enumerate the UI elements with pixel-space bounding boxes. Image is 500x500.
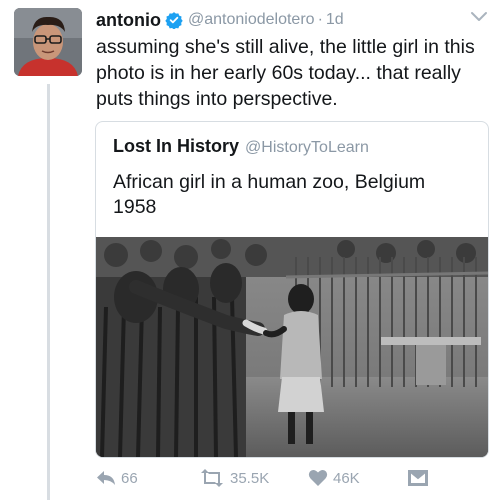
avatar-photo xyxy=(14,8,82,76)
historical-photo xyxy=(96,237,488,457)
quoted-author-name[interactable]: Lost In History xyxy=(113,136,239,157)
quoted-tweet-card[interactable]: Lost In History @HistoryToLearn African … xyxy=(95,121,489,458)
like-button[interactable]: 46K xyxy=(308,465,360,491)
reply-count: 66 xyxy=(121,469,138,487)
quoted-tweet-header: Lost In History @HistoryToLearn xyxy=(113,136,369,157)
direct-message-button[interactable] xyxy=(408,465,428,491)
author-handle[interactable]: @antoniodelotero xyxy=(188,11,315,29)
quoted-photo[interactable] xyxy=(96,237,488,457)
tweet-actions: 66 35.5K 46K xyxy=(96,465,456,491)
retweet-button[interactable]: 35.5K xyxy=(199,465,269,491)
tweet-timestamp[interactable]: 1d xyxy=(326,11,344,29)
reply-icon xyxy=(96,469,116,487)
chevron-down-icon[interactable] xyxy=(470,10,488,24)
header-separator: · xyxy=(317,11,323,28)
thread-line xyxy=(47,84,50,500)
heart-icon xyxy=(308,469,328,487)
direct-message-icon xyxy=(408,470,428,486)
quoted-tweet-text: African girl in a human zoo, Belgium 195… xyxy=(113,171,426,218)
quoted-author-handle[interactable]: @HistoryToLearn xyxy=(245,139,369,157)
tweet-text: assuming she's still alive, the little g… xyxy=(96,36,475,110)
author-name[interactable]: antonio xyxy=(96,10,161,31)
tweet-header: antonio @antoniodelotero · 1d xyxy=(96,8,484,32)
verified-badge-icon xyxy=(165,11,183,29)
like-count: 46K xyxy=(333,469,360,487)
reply-button[interactable]: 66 xyxy=(96,465,138,491)
retweet-icon xyxy=(199,469,225,487)
retweet-count: 35.5K xyxy=(230,469,270,487)
avatar[interactable] xyxy=(14,8,82,76)
